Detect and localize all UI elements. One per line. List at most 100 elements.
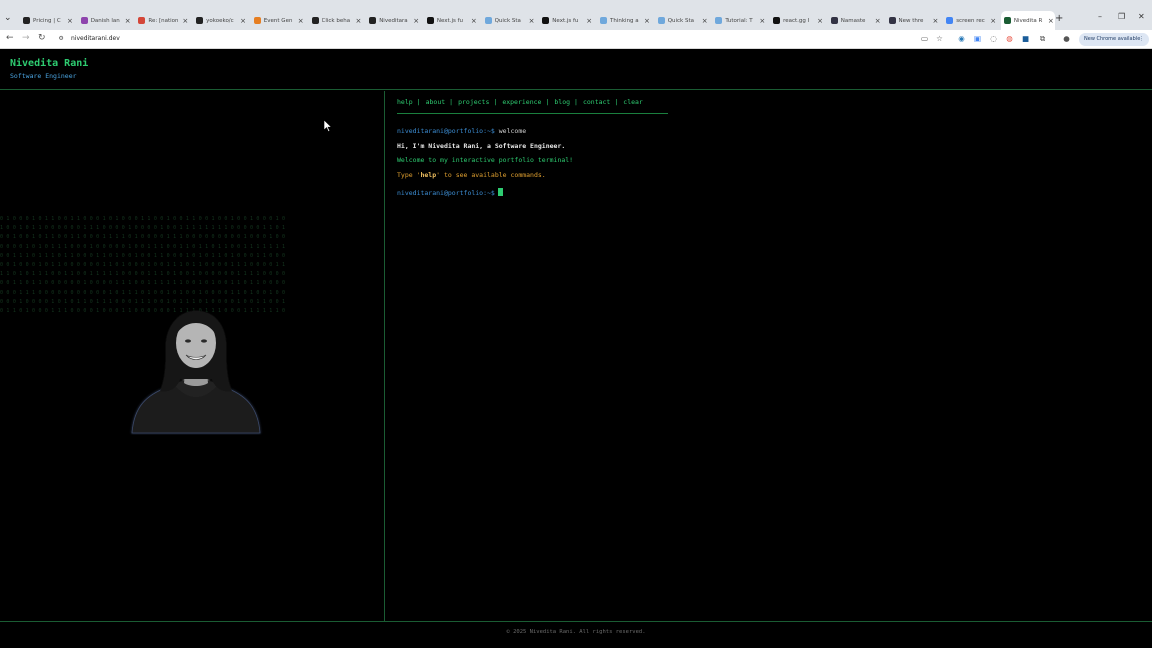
tab-title: Thinking a: [610, 17, 639, 24]
nav-separator: |: [449, 98, 454, 106]
nav-contact[interactable]: contact: [583, 98, 610, 106]
browser-tab[interactable]: Quick Sta ×: [482, 13, 536, 28]
tab-close-icon[interactable]: ×: [413, 17, 419, 25]
welcome-text: Welcome to my interactive portfolio term…: [397, 156, 573, 164]
tab-close-icon[interactable]: ×: [356, 17, 362, 25]
tab-title: react.gg I: [783, 17, 810, 24]
chrome-update-button[interactable]: New Chrome available ⋮: [1079, 33, 1149, 46]
address-bar[interactable]: ⚙ niveditarani.dev: [55, 32, 915, 47]
extension-icon[interactable]: ◍: [1005, 34, 1014, 43]
terminal-panel: help | about | projects | experience | blog | cont…: [397, 91, 1152, 621]
tab-close-icon[interactable]: ×: [702, 17, 708, 25]
nav-about[interactable]: about: [426, 98, 446, 106]
chrome-update-label: New Chrome available: [1084, 36, 1141, 42]
browser-tab[interactable]: Namaste ×: [828, 13, 882, 28]
tab-favicon-icon: [253, 17, 261, 24]
tab-close-icon[interactable]: ×: [586, 17, 592, 25]
tab-title: Tutorial: T: [725, 17, 753, 24]
browser-tab[interactable]: Next.js fu ×: [424, 13, 478, 28]
tab-close-icon[interactable]: ×: [125, 17, 131, 25]
terminal-nav: help | about | projects | experience | blog | cont…: [397, 98, 668, 114]
browser-tab[interactable]: react.gg I ×: [770, 13, 824, 28]
tab-favicon-icon: [715, 17, 723, 24]
browser-tab[interactable]: Quick Sta ×: [655, 13, 709, 28]
tab-title: Nivedita R: [1013, 17, 1043, 24]
tab-favicon-icon: [369, 17, 377, 24]
tab-close-icon[interactable]: ×: [933, 17, 939, 25]
matrix-rain-background: 0100010110011000101000110010011001001001…: [0, 216, 289, 315]
tab-close-icon[interactable]: ×: [471, 17, 477, 25]
site-role: Software Engineer: [10, 72, 77, 80]
nav-separator: |: [545, 98, 550, 106]
browser-tab[interactable]: Niveditara ×: [366, 13, 420, 28]
extension-icon[interactable]: ■: [1021, 34, 1030, 43]
nav-blog[interactable]: blog: [554, 98, 570, 106]
new-tab-button[interactable]: +: [1055, 13, 1063, 24]
browser-tab[interactable]: Thinking a ×: [597, 13, 651, 28]
more-menu-icon[interactable]: ⋮: [1139, 33, 1144, 46]
browser-tab[interactable]: Re: [nation ×: [135, 13, 189, 28]
browser-tab[interactable]: Click beha ×: [309, 13, 363, 28]
terminal-command: welcome: [498, 127, 527, 135]
tab-favicon-icon: [542, 17, 550, 24]
close-window-icon[interactable]: ✕: [1138, 12, 1145, 21]
profile-avatar-icon[interactable]: ●: [1062, 34, 1071, 43]
terminal-prompt: niveditarani@portfolio:~$: [397, 127, 495, 135]
extension-icon[interactable]: ◌: [989, 34, 998, 43]
browser-tab[interactable]: New thre ×: [886, 13, 940, 28]
tab-favicon-icon: [484, 17, 492, 24]
bookmark-star-icon[interactable]: ☆: [935, 34, 944, 43]
tab-close-icon[interactable]: ×: [182, 17, 188, 25]
tab-favicon-icon: [600, 17, 607, 24]
nav-projects[interactable]: projects: [458, 98, 489, 106]
nav-separator: |: [614, 98, 619, 106]
browser-tab[interactable]: yokoeko/c ×: [193, 13, 247, 28]
nav-help[interactable]: help: [397, 98, 413, 106]
tab-search-chevron-icon[interactable]: ⌄: [4, 13, 14, 23]
tab-favicon-icon: [773, 17, 781, 24]
extensions-puzzle-icon[interactable]: ⧉: [1038, 34, 1047, 43]
tab-close-icon[interactable]: ×: [875, 17, 881, 25]
tab-close-icon[interactable]: ×: [240, 17, 246, 25]
nav-clear[interactable]: clear: [623, 98, 643, 106]
tab-close-icon[interactable]: ×: [67, 17, 73, 25]
cast-icon[interactable]: ▭: [920, 34, 929, 43]
tab-close-icon[interactable]: ×: [298, 17, 304, 25]
site-header: Nivedita Rani Software Engineer: [0, 50, 1152, 90]
tab-close-icon[interactable]: ×: [529, 17, 535, 25]
tab-title: screen rec: [956, 17, 985, 24]
browser-tab[interactable]: Tutorial: T ×: [712, 13, 766, 28]
hint-suffix: ' to see available commands.: [436, 171, 546, 179]
translate-icon[interactable]: ▣: [973, 34, 982, 43]
extension-icon[interactable]: ◉: [957, 34, 966, 43]
tab-close-icon[interactable]: ×: [1048, 17, 1054, 25]
site-info-icon[interactable]: ⚙: [59, 34, 63, 42]
url-text[interactable]: niveditarani.dev: [71, 35, 120, 42]
back-icon[interactable]: ←: [6, 33, 14, 43]
forward-icon[interactable]: →: [22, 33, 30, 43]
footer-copyright: © 2025 Nivedita Rani. All rights reserve…: [506, 629, 646, 635]
tab-close-icon[interactable]: ×: [644, 17, 650, 25]
terminal-input-line[interactable]: niveditarani@portfolio:~$: [397, 188, 503, 197]
tab-favicon-icon: [657, 17, 665, 24]
portfolio-page: Nivedita Rani Software Engineer 01000101…: [0, 50, 1152, 648]
browser-toolbar: ← → ↻ ⚙ niveditarani.dev ▭ ☆ ◉ ▣ ◌ ◍ ■ ⧉…: [0, 30, 1152, 49]
browser-tab[interactable]: Next.js fu ×: [539, 13, 593, 28]
tab-close-icon[interactable]: ×: [817, 17, 823, 25]
terminal-caret[interactable]: [497, 188, 503, 196]
browser-tab[interactable]: Pricing | C ×: [20, 13, 74, 28]
nav-separator: |: [416, 98, 421, 106]
reload-icon[interactable]: ↻: [38, 33, 46, 43]
tab-close-icon[interactable]: ×: [759, 17, 765, 25]
tab-favicon-icon: [138, 17, 146, 24]
browser-tab[interactable]: screen rec ×: [943, 13, 997, 28]
browser-tab[interactable]: Nivedita R ×: [1000, 11, 1055, 30]
nav-experience[interactable]: experience: [502, 98, 541, 106]
tab-favicon-icon: [23, 17, 30, 24]
restore-icon[interactable]: ❐: [1118, 12, 1125, 21]
site-footer: © 2025 Nivedita Rani. All rights reserve…: [0, 621, 1152, 648]
browser-tab[interactable]: Danish lan ×: [78, 13, 132, 28]
minimize-icon[interactable]: –: [1098, 12, 1102, 21]
tab-close-icon[interactable]: ×: [990, 17, 996, 25]
browser-tab[interactable]: Event Gen ×: [251, 13, 305, 28]
